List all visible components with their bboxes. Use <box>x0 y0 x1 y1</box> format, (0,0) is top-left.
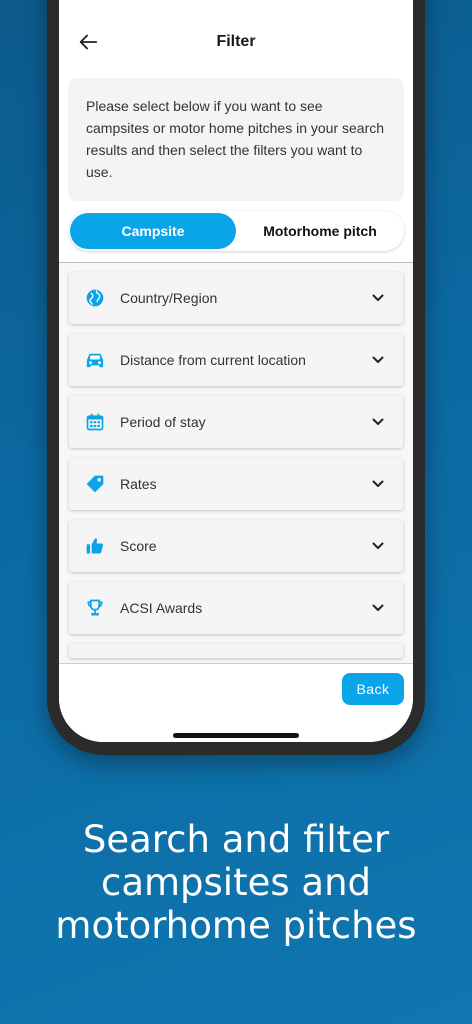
back-button[interactable]: Back <box>342 673 404 705</box>
home-indicator[interactable] <box>173 733 299 738</box>
trophy-icon <box>84 597 106 619</box>
top-bar: Filter <box>59 0 413 78</box>
filter-country-region[interactable]: Country/Region <box>69 272 403 324</box>
caption-line: campsites and <box>100 861 372 904</box>
segment-motorhome-pitch[interactable]: Motorhome pitch <box>236 211 404 251</box>
caption-line: Search and filter <box>82 818 390 861</box>
bottom-bar: Back <box>59 663 413 713</box>
chevron-down-icon <box>372 542 384 549</box>
chevron-down-icon <box>372 480 384 487</box>
filter-label: Rates <box>120 476 157 492</box>
calendar-icon <box>84 411 106 433</box>
type-segmented-control: Campsite Motorhome pitch <box>69 211 404 251</box>
filter-label: Country/Region <box>120 290 218 306</box>
chevron-down-icon <box>372 356 384 363</box>
filter-card-partial[interactable] <box>69 644 403 658</box>
chevron-down-icon <box>372 294 384 301</box>
globe-icon <box>84 287 106 309</box>
intro-text: Please select below if you want to see c… <box>68 78 404 201</box>
filter-acsi-awards[interactable]: ACSI Awards <box>69 582 403 634</box>
price-tag-icon <box>84 473 106 495</box>
page-title: Filter <box>216 33 256 50</box>
chevron-down-icon <box>372 418 384 425</box>
filter-score[interactable]: Score <box>69 520 403 572</box>
filter-distance[interactable]: Distance from current location <box>69 334 403 386</box>
segment-campsite[interactable]: Campsite <box>70 213 236 249</box>
filter-label: Period of stay <box>120 414 206 430</box>
chevron-down-icon <box>372 604 384 611</box>
promo-caption: Search and filter campsites and motorhom… <box>0 818 472 947</box>
filter-label: ACSI Awards <box>120 600 203 616</box>
filter-list[interactable]: Country/Region Distance from current loc… <box>59 263 413 663</box>
car-icon <box>84 349 106 371</box>
filter-label: Distance from current location <box>120 352 306 368</box>
thumbs-up-icon <box>84 535 106 557</box>
app-screen: Filter Please select below if you want t… <box>59 0 413 742</box>
home-area <box>59 713 413 742</box>
filter-period-of-stay[interactable]: Period of stay <box>69 396 403 448</box>
caption-line: motorhome pitches <box>55 904 417 947</box>
filter-rates[interactable]: Rates <box>69 458 403 510</box>
arrow-left-icon[interactable] <box>77 31 99 53</box>
filter-label: Score <box>120 538 157 554</box>
